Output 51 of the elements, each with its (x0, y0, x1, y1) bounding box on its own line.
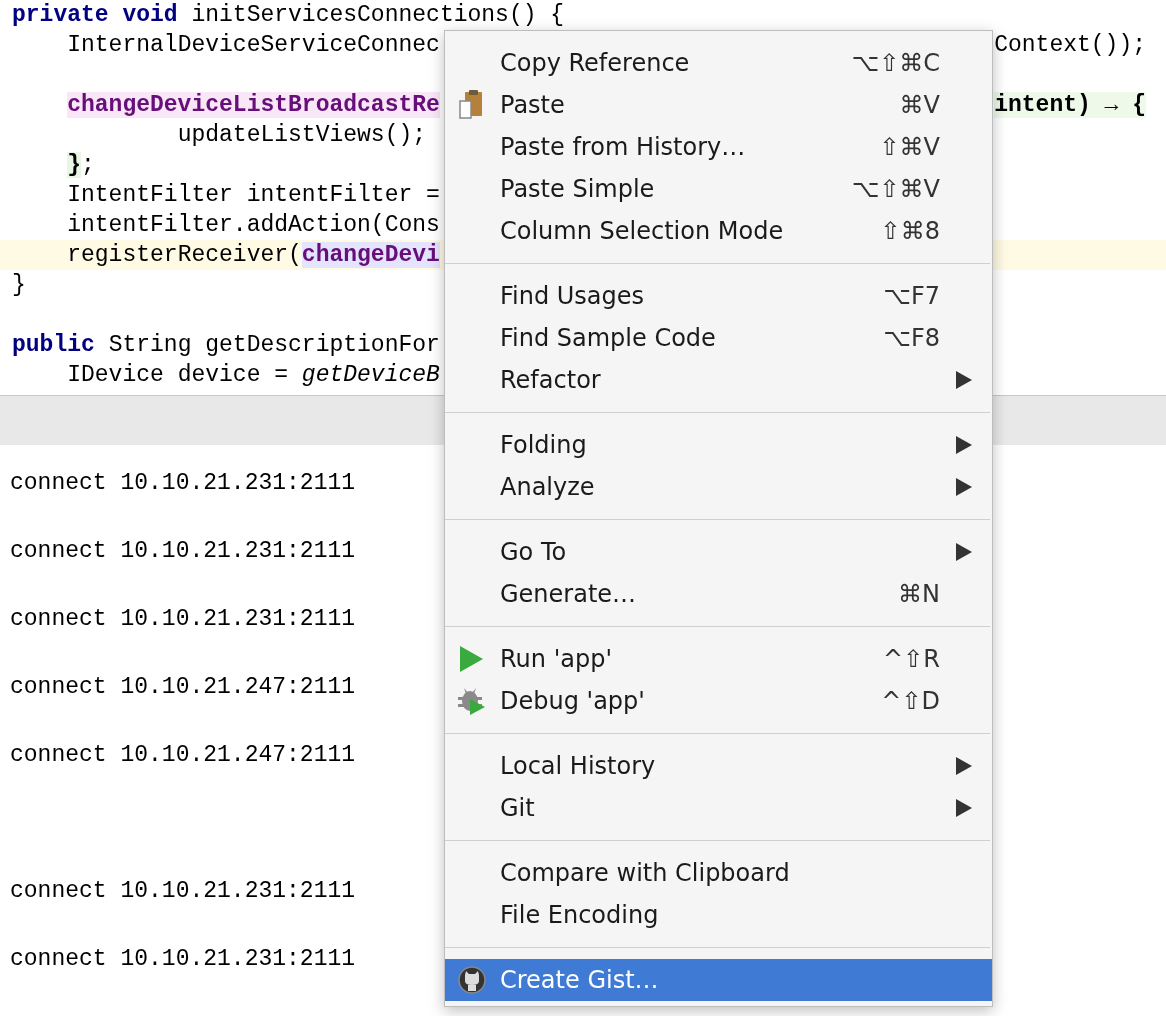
shortcut-label: ⌘N (898, 580, 940, 608)
console-line: connect 10.10.21.231:2111 (10, 605, 356, 634)
menu-item[interactable]: Debug 'app' ^⇧D (445, 680, 992, 722)
menu-item[interactable]: Analyze (445, 466, 992, 508)
menu-item[interactable]: Git (445, 787, 992, 829)
code-line: IntentFilter intentFilter = (66, 181, 440, 210)
code-line: InternalDeviceServiceConnec (66, 31, 440, 60)
menu-item[interactable]: Paste from History… ⇧⌘V (445, 126, 992, 168)
menu-item[interactable]: Local History (445, 745, 992, 787)
menu-item[interactable]: Create Gist… (445, 959, 992, 1001)
play-icon (458, 645, 484, 673)
console-line: connect 10.10.21.231:2111 (10, 945, 356, 974)
shortcut-label: ⌥⇧⌘V (851, 175, 940, 203)
menu-item[interactable]: Folding (445, 424, 992, 466)
menu-item[interactable]: Compare with Clipboard (445, 852, 992, 894)
menu-item[interactable]: Find Usages ⌥F7 (445, 275, 992, 317)
shortcut-label: ⌘V (899, 91, 940, 119)
menu-item[interactable]: Run 'app' ^⇧R (445, 638, 992, 680)
shortcut-label: ^⇧R (883, 645, 940, 673)
console-line: connect 10.10.21.247:2111 (10, 673, 356, 702)
console-line: connect 10.10.21.231:2111 (10, 537, 356, 566)
code-line: IDevice device = getDeviceB (66, 361, 440, 390)
menu-item[interactable]: Paste ⌘V (445, 84, 992, 126)
menu-item[interactable]: File Encoding (445, 894, 992, 936)
shortcut-label: ⇧⌘V (879, 133, 940, 161)
clipboard-icon (458, 90, 484, 120)
menu-item[interactable]: Generate… ⌘N (445, 573, 992, 615)
code-line: private void initServicesConnections() { (12, 1, 565, 30)
menu-item[interactable]: Go To (445, 531, 992, 573)
cat-face-icon (458, 966, 486, 994)
menu-item[interactable]: Refactor (445, 359, 992, 401)
bug-icon (458, 686, 486, 716)
code-line: } (12, 271, 26, 300)
code-line: Context()); (994, 31, 1146, 60)
console-line: connect 10.10.21.247:2111 (10, 741, 356, 770)
shortcut-label: ⌥F7 (883, 282, 940, 310)
menu-item[interactable]: Find Sample Code ⌥F8 (445, 317, 992, 359)
console-line: connect 10.10.21.231:2111 (10, 877, 356, 906)
shortcut-label: ^⇧D (881, 687, 940, 715)
code-line: updateListViews(); (176, 121, 427, 150)
shortcut-label: ⌥⇧⌘C (851, 49, 940, 77)
shortcut-label: ⇧⌘8 (880, 217, 940, 245)
menu-item[interactable]: Paste Simple ⌥⇧⌘V (445, 168, 992, 210)
shortcut-label: ⌥F8 (883, 324, 940, 352)
menu-item[interactable]: Column Selection Mode ⇧⌘8 (445, 210, 992, 252)
menu-item[interactable]: Copy Reference ⌥⇧⌘C (445, 42, 992, 84)
code-line: public String getDescriptionFor (12, 331, 440, 360)
code-line: intentFilter.addAction(Cons (66, 211, 440, 240)
console-line: connect 10.10.21.231:2111 (10, 469, 356, 498)
code-line: registerReceiver(changeDevi (66, 241, 440, 270)
code-line: }; (67, 151, 95, 180)
